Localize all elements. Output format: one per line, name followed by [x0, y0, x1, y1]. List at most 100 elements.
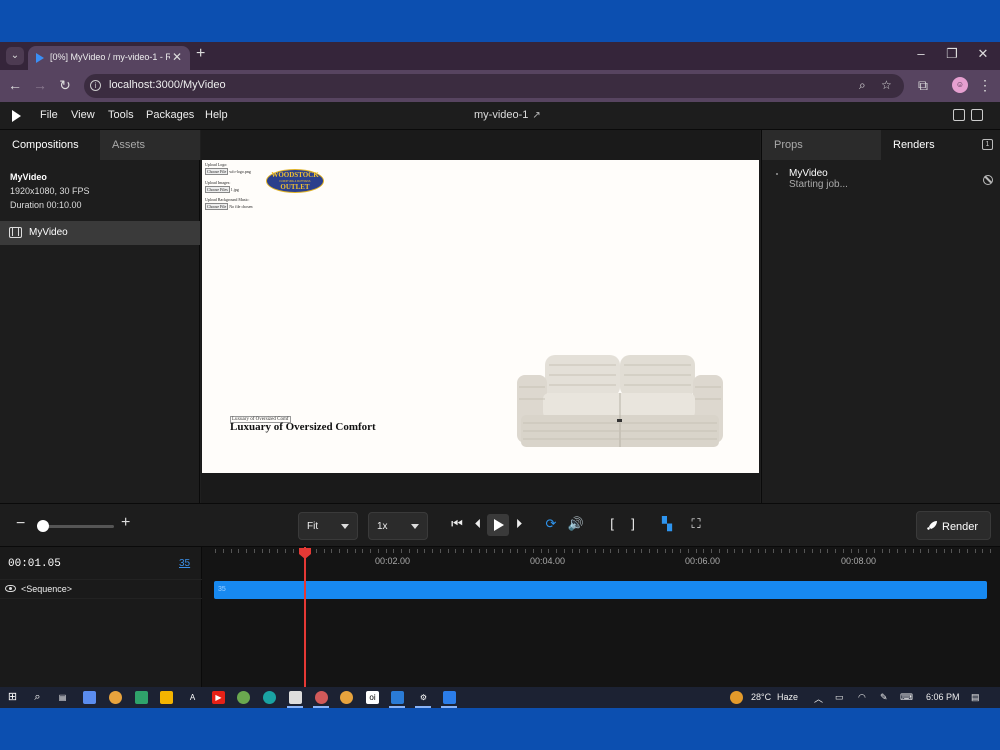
edge-icon[interactable] — [263, 691, 276, 704]
app-blue-icon[interactable] — [443, 691, 456, 704]
volume-icon[interactable]: 🔊 — [567, 516, 585, 532]
fit-select[interactable]: Fit — [298, 512, 358, 540]
tray-chevron-icon[interactable]: ︿ — [814, 692, 823, 705]
jump-to-start-icon[interactable]: ⏮ — [448, 516, 466, 532]
menu-packages[interactable]: Packages — [146, 109, 194, 121]
sequence-track-row[interactable]: <Sequence> — [0, 579, 202, 599]
step-back-icon[interactable]: ⏴ — [469, 516, 487, 532]
project-title[interactable]: my-video-1 ↗ — [474, 109, 541, 121]
cancel-render-icon[interactable] — [983, 175, 993, 185]
chrome-icon[interactable] — [109, 691, 122, 704]
fullscreen-icon[interactable]: ⛶ — [687, 516, 705, 532]
menu-help[interactable]: Help — [205, 109, 228, 121]
upload-images-button[interactable]: Choose Files — [205, 186, 230, 193]
zoom-out-icon[interactable]: − — [16, 515, 25, 533]
tab-compositions[interactable]: Compositions — [0, 130, 100, 160]
copilot-icon[interactable] — [83, 691, 96, 704]
chrome-alt-icon[interactable] — [340, 691, 353, 704]
ruler-tick — [680, 549, 681, 553]
timeline-ruler[interactable]: 00:02.00 00:04.00 00:06.00 00:08.00 — [203, 547, 1000, 579]
menu-file[interactable]: File — [40, 109, 58, 121]
weather-icon[interactable] — [730, 691, 743, 704]
upload-logo-button[interactable]: Choose File — [205, 168, 229, 175]
composition-list-item[interactable]: MyVideo — [0, 221, 200, 245]
settings-gear-icon[interactable]: ⚙ — [417, 691, 430, 704]
zoom-slider-thumb[interactable] — [37, 520, 50, 532]
chrome-profile-icon[interactable] — [315, 691, 328, 704]
ruler-tick — [548, 549, 550, 553]
window-close-icon[interactable]: ✕ — [973, 46, 993, 62]
tab-search-icon[interactable]: ⌄ — [6, 47, 24, 65]
tab-close-icon[interactable]: ✕ — [172, 50, 182, 64]
browser-tab[interactable]: [0%] MyVideo / my-video-1 - R ✕ — [28, 46, 190, 70]
eye-icon[interactable] — [5, 585, 16, 592]
site-info-icon[interactable]: i — [90, 80, 101, 91]
forward-icon[interactable]: → — [31, 77, 49, 93]
windows-start-icon[interactable]: ⊞ — [6, 691, 19, 704]
battery-icon[interactable]: ▭ — [835, 692, 844, 703]
vscode-icon[interactable] — [391, 691, 404, 704]
toggle-right-panel-icon[interactable] — [971, 109, 983, 121]
ruler-tick — [571, 549, 573, 553]
chatgpt-icon[interactable] — [289, 691, 302, 704]
out-point-icon[interactable]: ] — [624, 516, 642, 531]
ruler-tick — [478, 549, 480, 553]
step-forward-icon[interactable]: ⏵ — [510, 516, 528, 532]
play-button[interactable] — [487, 514, 509, 536]
keyboard-icon[interactable]: ⌨ — [900, 692, 913, 703]
menu-tools[interactable]: Tools — [108, 109, 134, 121]
toggle-left-panel-icon[interactable] — [953, 109, 965, 121]
checkerboard-icon[interactable]: ▚ — [658, 516, 676, 532]
minimize-icon[interactable]: – — [911, 46, 931, 61]
open-external-icon[interactable]: ↗ — [532, 110, 540, 121]
logo-bottom-text: OUTLET — [280, 183, 310, 191]
upload-music-button[interactable]: Choose File — [205, 203, 229, 210]
fit-select-value: Fit — [307, 521, 319, 532]
drive-icon[interactable] — [160, 691, 173, 704]
speed-select[interactable]: 1x — [368, 512, 428, 540]
youtube-icon[interactable]: ▶ — [212, 691, 225, 704]
search-icon[interactable]: ⌕ — [31, 691, 44, 704]
restore-icon[interactable]: ❐ — [942, 46, 962, 62]
ruler-tick — [912, 549, 914, 553]
ruler-tick — [432, 549, 433, 553]
app-oi-icon[interactable]: oi — [366, 691, 379, 704]
browser-menu-icon[interactable]: ⋮ — [976, 77, 994, 94]
new-tab-icon[interactable]: + — [196, 45, 205, 63]
ruler-tick — [517, 549, 519, 553]
sequence-bar[interactable]: 35 — [214, 581, 987, 599]
render-button[interactable]: Render — [916, 511, 991, 540]
active-indicator — [389, 706, 405, 708]
app-icon[interactable] — [237, 691, 250, 704]
pen-icon[interactable]: ✎ — [880, 692, 888, 703]
zoom-slider[interactable] — [38, 525, 114, 528]
ruler-tick — [563, 549, 565, 553]
menu-view[interactable]: View — [71, 109, 95, 121]
task-view-icon[interactable]: ▤ — [56, 691, 69, 704]
sheets-icon[interactable] — [135, 691, 148, 704]
ruler-tick — [215, 549, 216, 553]
current-frame-number[interactable]: 35 — [179, 558, 190, 569]
clock-time[interactable]: 6:06 PM — [926, 692, 960, 702]
back-icon[interactable]: ← — [6, 77, 24, 93]
bookmark-star-icon[interactable]: ☆ — [881, 78, 892, 92]
notifications-icon[interactable]: ▤ — [971, 692, 980, 703]
upload-images-row: Upload Images: Choose Files 1.jpg — [205, 180, 239, 193]
ruler-tick — [625, 549, 627, 553]
tab-assets[interactable]: Assets — [100, 130, 200, 160]
address-bar[interactable]: i localhost:3000/MyVideo ⌕ ☆ — [84, 74, 904, 98]
zoom-magnifier-icon[interactable]: ⌕ — [859, 78, 866, 93]
ruler-tick — [718, 549, 720, 553]
loop-icon[interactable]: ⟳ — [542, 516, 560, 532]
zoom-in-icon[interactable]: + — [121, 514, 130, 532]
tab-props[interactable]: Props — [762, 130, 881, 160]
render-job-status: Starting job... — [789, 179, 848, 190]
playhead-line[interactable] — [304, 547, 306, 687]
wifi-icon[interactable]: ◠ — [858, 692, 866, 703]
profile-avatar[interactable]: ☺ — [952, 77, 968, 93]
extensions-icon[interactable]: ⧉ — [914, 77, 932, 94]
active-indicator — [313, 706, 329, 708]
app-a-icon[interactable]: A — [186, 691, 199, 704]
in-point-icon[interactable]: [ — [603, 516, 621, 531]
reload-icon[interactable]: ↻ — [56, 77, 74, 94]
